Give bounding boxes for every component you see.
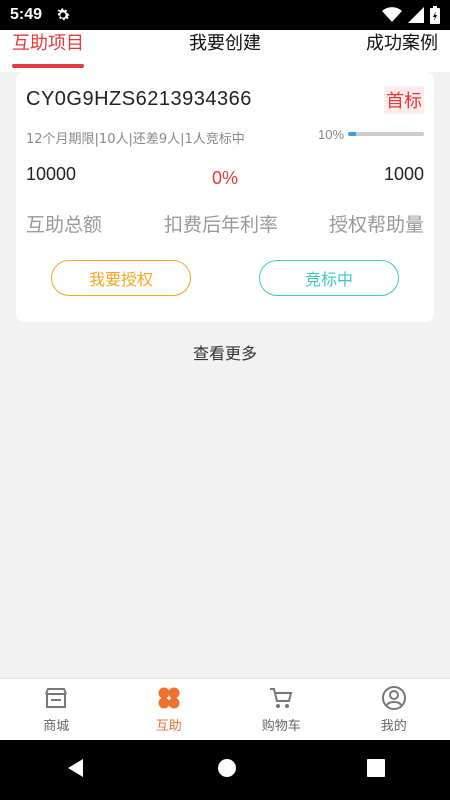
first-badge: 首标 (384, 86, 424, 114)
auth-amount-label: 授权帮助量 (328, 214, 424, 236)
nav-item-shop[interactable]: 商城 (0, 679, 113, 740)
annual-rate-value: 0% (212, 168, 239, 188)
view-more-link[interactable]: 查看更多 (0, 340, 450, 364)
project-meta: 12个月期限|10人|还差9人|1人竞标中 (26, 132, 245, 147)
top-tabs: 互助项目 我要创建 成功案例 (0, 30, 450, 72)
annual-rate-label: 扣费后年利率 (164, 214, 279, 236)
signal-icon (408, 7, 424, 23)
home-icon[interactable] (217, 758, 237, 782)
nav-label-shop: 商城 (43, 719, 70, 734)
project-card[interactable]: CY0G9HZS6213934366 首标 12个月期限|10人|还差9人|1人… (16, 72, 434, 322)
project-code: CY0G9HZS6213934366 (26, 88, 252, 110)
progress-percent: 10% (318, 127, 345, 142)
nav-label-mine: 我的 (380, 719, 407, 734)
cart-icon (270, 688, 293, 708)
shop-icon (45, 688, 68, 708)
total-amount-value: 10000 (26, 164, 77, 184)
tab-mutual-projects[interactable]: 互助项目 (12, 30, 84, 72)
battery-icon (430, 6, 440, 24)
status-indicators (382, 6, 440, 24)
nav-item-mine[interactable]: 我的 (338, 679, 450, 740)
user-icon (381, 686, 406, 710)
bidding-button[interactable]: 竞标中 (259, 260, 399, 296)
authorize-button[interactable]: 我要授权 (51, 260, 191, 296)
tab-success-cases[interactable]: 成功案例 (366, 30, 438, 72)
status-bar: 5:49 (0, 0, 450, 30)
progress-fill (348, 132, 356, 136)
nav-item-cart[interactable]: 购物车 (225, 679, 338, 740)
back-icon[interactable] (65, 757, 87, 783)
recent-apps-icon[interactable] (367, 759, 385, 781)
nav-label-mutual: 互助 (155, 719, 182, 734)
system-nav-bar (0, 740, 450, 800)
progress-bar (348, 132, 424, 136)
total-amount-label: 互助总额 (26, 214, 103, 236)
tab-create[interactable]: 我要创建 (189, 30, 261, 72)
clover-icon (158, 687, 180, 709)
wifi-icon (382, 7, 402, 22)
auth-amount-value: 1000 (383, 164, 424, 184)
gear-icon (57, 8, 70, 21)
bottom-nav: 商城 互助 购物车 我的 (0, 678, 450, 740)
status-time: 5:49 (10, 6, 43, 23)
nav-item-mutual[interactable]: 互助 (113, 679, 226, 740)
nav-label-cart: 购物车 (261, 719, 301, 734)
